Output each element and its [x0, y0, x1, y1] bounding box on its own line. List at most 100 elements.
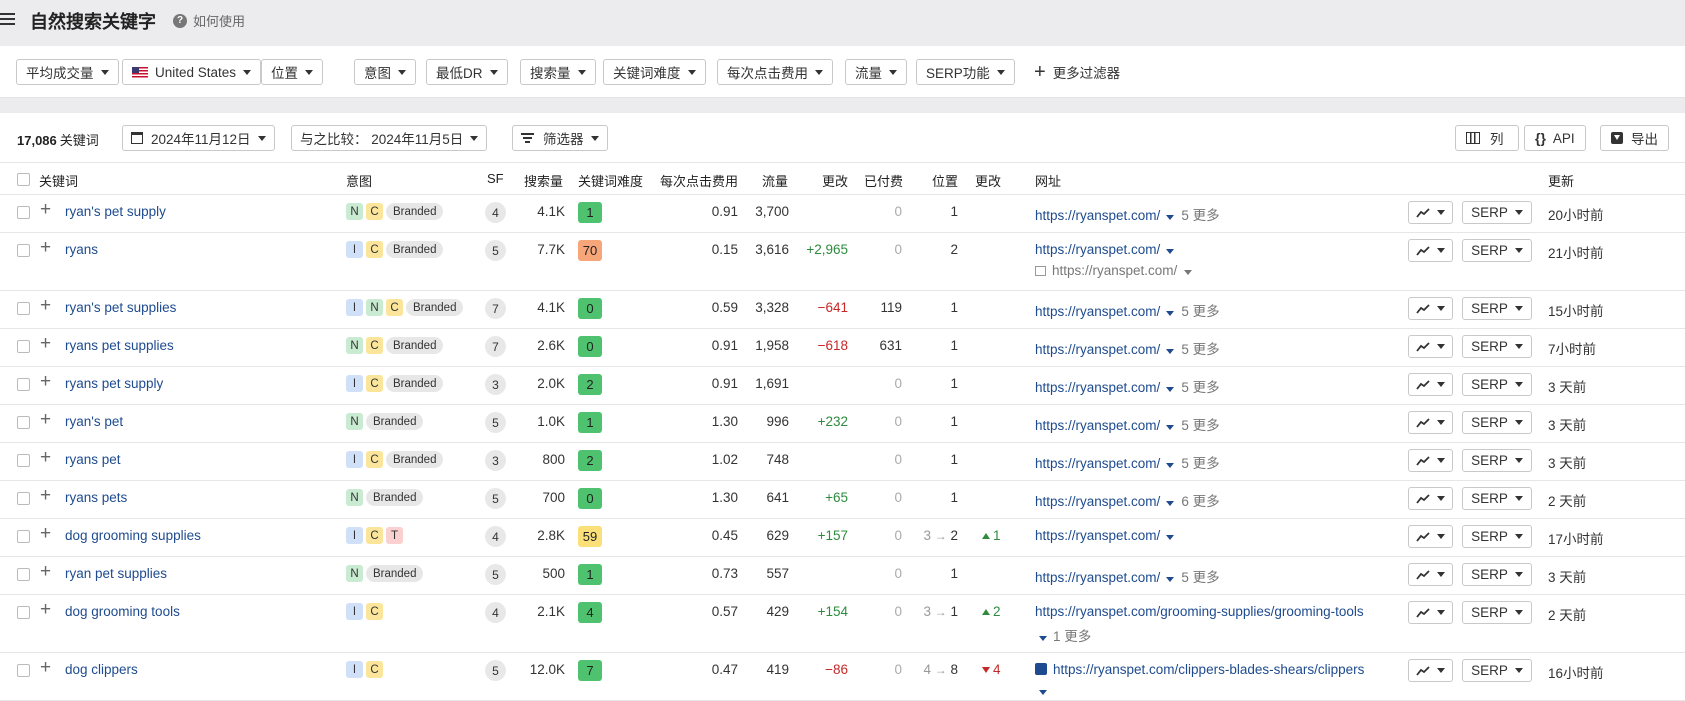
- filters-button[interactable]: 筛选器: [512, 125, 608, 151]
- url-link[interactable]: https://ryanspet.com/grooming-supplies/g…: [1035, 604, 1364, 619]
- secondary-url-link[interactable]: https://ryanspet.com/: [1052, 263, 1177, 278]
- add-to-list-icon[interactable]: +: [40, 295, 51, 317]
- serp-features-count[interactable]: 7: [485, 298, 506, 319]
- keyword-link[interactable]: ryans pet: [65, 452, 121, 467]
- col-url[interactable]: 网址: [1035, 171, 1061, 190]
- filter-traffic[interactable]: 流量: [845, 59, 907, 85]
- row-checkbox[interactable]: [17, 492, 30, 505]
- more-urls-link[interactable]: 5 更多: [1181, 456, 1219, 471]
- url-link[interactable]: https://ryanspet.com/: [1035, 418, 1160, 433]
- chevron-down-icon[interactable]: [1166, 463, 1175, 468]
- url-link[interactable]: https://ryanspet.com/: [1035, 304, 1160, 319]
- col-position-change[interactable]: 更改: [975, 171, 1001, 190]
- filter-position[interactable]: 位置: [261, 59, 323, 85]
- keyword-link[interactable]: ryan's pet: [65, 414, 123, 429]
- trend-chart-button[interactable]: [1408, 563, 1453, 586]
- serp-features-count[interactable]: 5: [485, 488, 506, 509]
- add-to-list-icon[interactable]: +: [40, 333, 51, 355]
- serp-button[interactable]: SERP: [1462, 487, 1532, 510]
- url-link[interactable]: https://ryanspet.com/: [1035, 570, 1160, 585]
- filter-volume[interactable]: 搜索量: [520, 59, 596, 85]
- export-button[interactable]: 导出: [1600, 125, 1669, 151]
- more-urls-link[interactable]: 5 更多: [1181, 208, 1219, 223]
- col-volume[interactable]: 搜索量: [524, 171, 563, 190]
- trend-chart-button[interactable]: [1408, 601, 1453, 624]
- col-traffic[interactable]: 流量: [762, 171, 788, 190]
- keyword-link[interactable]: ryan pet supplies: [65, 566, 167, 581]
- row-checkbox[interactable]: [17, 302, 30, 315]
- keyword-link[interactable]: ryans: [65, 242, 98, 257]
- compare-date-picker[interactable]: 与之比较： 2024年11月5日: [291, 125, 488, 151]
- more-urls-link[interactable]: 5 更多: [1181, 418, 1219, 433]
- trend-chart-button[interactable]: [1408, 487, 1453, 510]
- menu-icon[interactable]: [0, 11, 16, 27]
- chevron-down-icon[interactable]: [1166, 215, 1175, 220]
- url-link[interactable]: https://ryanspet.com/clippers-blades-she…: [1053, 662, 1364, 677]
- serp-button[interactable]: SERP: [1462, 239, 1532, 262]
- add-to-list-icon[interactable]: +: [40, 447, 51, 469]
- trend-chart-button[interactable]: [1408, 239, 1453, 262]
- serp-button[interactable]: SERP: [1462, 297, 1532, 320]
- serp-button[interactable]: SERP: [1462, 525, 1532, 548]
- url-link[interactable]: https://ryanspet.com/: [1035, 208, 1160, 223]
- serp-features-count[interactable]: 5: [485, 660, 506, 681]
- col-kd[interactable]: 关键词难度: [578, 171, 643, 190]
- url-link[interactable]: https://ryanspet.com/: [1035, 528, 1160, 543]
- col-updated[interactable]: 更新: [1548, 171, 1574, 190]
- chevron-down-icon[interactable]: [1166, 349, 1175, 354]
- row-checkbox[interactable]: [17, 206, 30, 219]
- row-checkbox[interactable]: [17, 244, 30, 257]
- more-filters-button[interactable]: + 更多过滤器: [1034, 59, 1120, 85]
- serp-features-count[interactable]: 4: [485, 202, 506, 223]
- filter-country[interactable]: United States: [122, 59, 262, 85]
- add-to-list-icon[interactable]: +: [40, 561, 51, 583]
- serp-button[interactable]: SERP: [1462, 563, 1532, 586]
- col-paid[interactable]: 已付费: [864, 171, 903, 190]
- serp-button[interactable]: SERP: [1462, 373, 1532, 396]
- add-to-list-icon[interactable]: +: [40, 485, 51, 507]
- keyword-link[interactable]: ryans pet supplies: [65, 338, 174, 353]
- keyword-link[interactable]: ryan's pet supply: [65, 204, 166, 219]
- serp-button[interactable]: SERP: [1462, 449, 1532, 472]
- keyword-link[interactable]: ryan's pet supplies: [65, 300, 176, 315]
- chevron-down-icon[interactable]: [1166, 249, 1175, 254]
- more-urls-link[interactable]: 5 更多: [1181, 380, 1219, 395]
- keyword-link[interactable]: ryans pets: [65, 490, 127, 505]
- trend-chart-button[interactable]: [1408, 449, 1453, 472]
- keyword-link[interactable]: dog grooming supplies: [65, 528, 201, 543]
- serp-features-count[interactable]: 3: [485, 450, 506, 471]
- url-link[interactable]: https://ryanspet.com/: [1035, 342, 1160, 357]
- row-checkbox[interactable]: [17, 378, 30, 391]
- serp-button[interactable]: SERP: [1462, 201, 1532, 224]
- serp-features-count[interactable]: 3: [485, 374, 506, 395]
- serp-button[interactable]: SERP: [1462, 335, 1532, 358]
- add-to-list-icon[interactable]: +: [40, 199, 51, 221]
- filter-kd[interactable]: 关键词难度: [603, 59, 706, 85]
- chevron-down-icon[interactable]: [1166, 387, 1175, 392]
- select-all-checkbox[interactable]: [17, 173, 30, 186]
- url-link[interactable]: https://ryanspet.com/: [1035, 456, 1160, 471]
- chevron-down-icon[interactable]: [1166, 425, 1175, 430]
- columns-button[interactable]: 列: [1455, 125, 1519, 151]
- row-checkbox[interactable]: [17, 664, 30, 677]
- serp-features-count[interactable]: 4: [485, 602, 506, 623]
- add-to-list-icon[interactable]: +: [40, 523, 51, 545]
- more-urls-link[interactable]: 5 更多: [1181, 342, 1219, 357]
- serp-features-count[interactable]: 4: [485, 526, 506, 547]
- more-urls-link[interactable]: 6 更多: [1181, 494, 1219, 509]
- keyword-link[interactable]: dog clippers: [65, 662, 138, 677]
- chevron-down-icon[interactable]: [1166, 535, 1175, 540]
- more-urls-link[interactable]: 1 更多: [1053, 629, 1091, 644]
- col-cpc[interactable]: 每次点击费用: [660, 171, 738, 190]
- trend-chart-button[interactable]: [1408, 201, 1453, 224]
- col-keyword[interactable]: 关键词: [39, 171, 78, 190]
- trend-chart-button[interactable]: [1408, 411, 1453, 434]
- add-to-list-icon[interactable]: +: [40, 599, 51, 621]
- trend-chart-button[interactable]: [1408, 335, 1453, 358]
- row-checkbox[interactable]: [17, 568, 30, 581]
- filter-intent[interactable]: 意图: [354, 59, 416, 85]
- trend-chart-button[interactable]: [1408, 373, 1453, 396]
- serp-button[interactable]: SERP: [1462, 659, 1532, 682]
- add-to-list-icon[interactable]: +: [40, 237, 51, 259]
- keyword-link[interactable]: dog grooming tools: [65, 604, 180, 619]
